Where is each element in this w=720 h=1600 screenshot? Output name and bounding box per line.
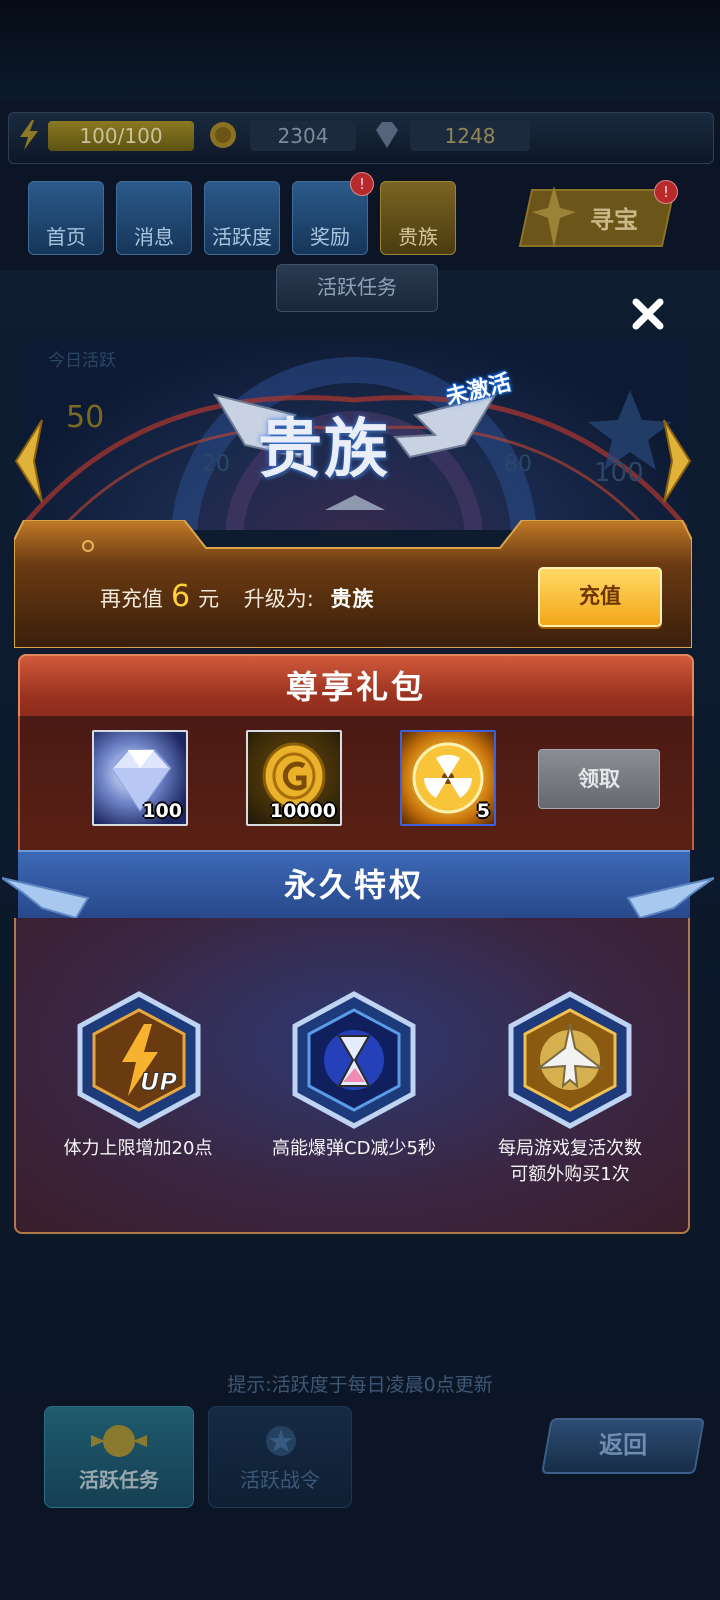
gift-item-diamond[interactable]: 100 (92, 730, 188, 826)
milestone-100: 100 (594, 458, 644, 488)
back-button[interactable]: 返回 (541, 1418, 705, 1474)
recharge-button[interactable]: 充值 (538, 567, 662, 627)
gift-item-nuclear-bomb[interactable]: 5 (400, 730, 496, 826)
tab-activity-pass[interactable]: 活跃战令 (208, 1406, 352, 1508)
gem-icon (376, 122, 398, 148)
privilege-revive-label: 每局游戏复活次数 可额外购买1次 (460, 1136, 680, 1188)
fighter-jet-icon (508, 991, 632, 1129)
hourglass-icon (292, 991, 416, 1129)
back-button-label: 返回 (599, 1431, 648, 1459)
energy-up-icon: UP (77, 991, 201, 1129)
recharge-info: 再充值 6 元 升级为: 贵族 (100, 575, 375, 619)
nav-home-label: 首页 (46, 225, 86, 249)
nav-rewards-label: 奖励 (310, 225, 350, 249)
nuclear-bomb-count: 5 (476, 800, 490, 822)
nav-activity-button[interactable]: 活跃度 (204, 181, 280, 255)
diamond-count: 100 (142, 800, 182, 822)
top-background (0, 0, 720, 100)
recharge-unit: 元 (198, 587, 220, 611)
tab-activity-tasks-label: 活跃任务 (79, 1468, 159, 1492)
previous-arrow-icon[interactable] (12, 418, 46, 504)
treasure-hunt-label: 寻宝 (590, 206, 638, 234)
nav-nobility-button[interactable]: 贵族 (380, 181, 456, 255)
tab-activity-tasks[interactable]: 活跃任务 (44, 1406, 194, 1508)
activity-value: 50 (66, 400, 105, 435)
rewards-badge: ! (350, 172, 374, 196)
nav-messages-label: 消息 (134, 225, 174, 249)
nobility-logo-title: 贵族 (258, 413, 390, 487)
right-wing-icon (626, 877, 714, 920)
claim-button[interactable]: 领取 (538, 749, 660, 809)
today-activity-label: 今日活跃 (48, 351, 116, 371)
recharge-prefix: 再充值 (100, 587, 163, 611)
nav-home-button[interactable]: 首页 (28, 181, 104, 255)
milestone-80: 80 (504, 452, 532, 477)
treasure-badge: ! (654, 180, 678, 204)
left-wing-icon (2, 877, 90, 920)
upgrade-tier: 贵族 (330, 587, 375, 611)
privilege-revive-line-1: 每局游戏复活次数 (498, 1138, 642, 1159)
smile-badge-icon (91, 1425, 147, 1457)
privileges-title: 永久特权 (283, 866, 424, 904)
nav-nobility-label: 贵族 (398, 225, 438, 249)
privilege-energy-label: 体力上限增加20点 (28, 1136, 248, 1162)
privilege-bomb-cd-label: 高能爆弹CD减少5秒 (244, 1136, 464, 1162)
coin-icon (210, 122, 236, 148)
coins-value: 2304 (250, 121, 356, 151)
nav-activity-label: 活跃度 (212, 225, 272, 249)
next-arrow-icon[interactable] (660, 418, 694, 504)
gift-pack-header: 尊享礼包 (18, 654, 694, 718)
lightning-icon (20, 120, 38, 150)
close-icon[interactable] (626, 292, 670, 336)
privilege-revive-line-2: 可额外购买1次 (510, 1164, 630, 1185)
recharge-amount: 6 (171, 579, 191, 614)
privilege-bomb-cd-line-1: 高能爆弹CD减少5秒 (272, 1138, 436, 1159)
activity-tasks-title: 活跃任务 (276, 264, 438, 312)
tab-activity-pass-label: 活跃战令 (240, 1468, 320, 1492)
privileges-header: 永久特权 (18, 850, 690, 920)
gift-item-gold-coin[interactable]: 10000 (246, 730, 342, 826)
star-badge-icon (266, 1426, 296, 1456)
gems-value: 1248 (410, 121, 530, 151)
refresh-tip: 提示:活跃度于每日凌晨0点更新 (227, 1374, 493, 1396)
privilege-energy-line-1: 体力上限增加20点 (63, 1138, 213, 1159)
gold-coin-count: 10000 (269, 800, 336, 822)
gift-pack-title: 尊享礼包 (285, 668, 426, 706)
nav-messages-button[interactable]: 消息 (116, 181, 192, 255)
upgrade-label: 升级为: (243, 587, 314, 611)
svg-text:UP: UP (140, 1068, 177, 1096)
energy-value: 100/100 (48, 121, 194, 151)
